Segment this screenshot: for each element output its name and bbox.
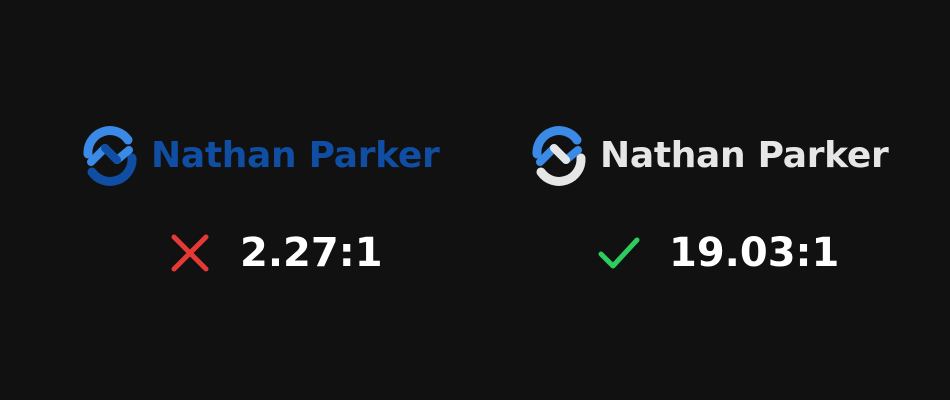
logo-mark-icon — [78, 124, 142, 188]
high-contrast-example: Nathan Parker 19.03:1 — [475, 118, 950, 288]
contrast-result: 19.03:1 — [597, 230, 839, 276]
check-icon — [597, 231, 641, 275]
contrast-result: 2.27:1 — [168, 230, 383, 276]
brand-logo: Nathan Parker — [78, 118, 440, 194]
contrast-ratio: 2.27:1 — [240, 230, 383, 276]
logo-mark-icon — [527, 124, 591, 188]
brand-logo: Nathan Parker — [527, 118, 889, 194]
brand-name: Nathan Parker — [151, 135, 440, 176]
brand-name: Nathan Parker — [600, 135, 889, 176]
contrast-ratio: 19.03:1 — [669, 230, 840, 276]
cross-icon — [168, 231, 212, 275]
low-contrast-example: Nathan Parker 2.27:1 — [0, 118, 475, 288]
